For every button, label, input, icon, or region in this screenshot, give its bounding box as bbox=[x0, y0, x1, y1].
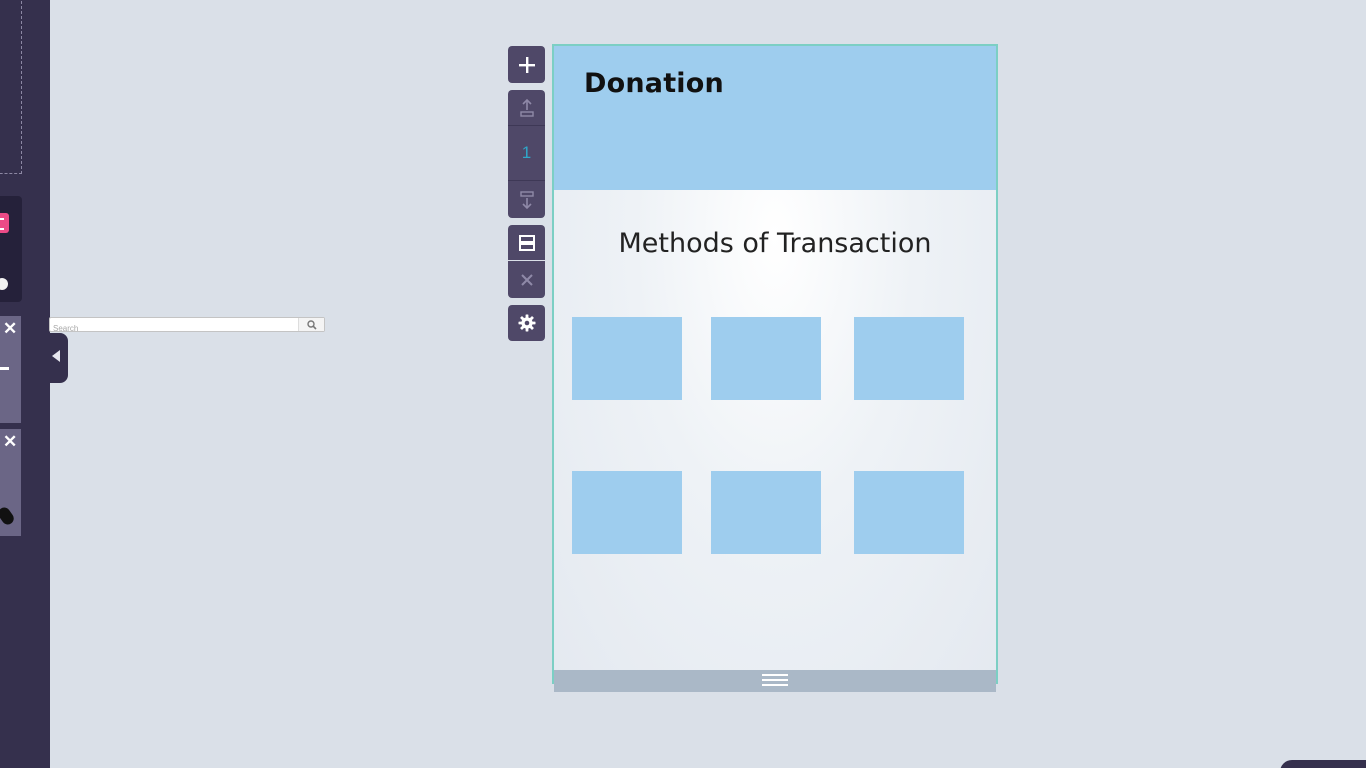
search-input[interactable] bbox=[50, 322, 295, 335]
layout-icon bbox=[518, 234, 535, 251]
list-icon[interactable] bbox=[0, 213, 9, 233]
method-tile[interactable] bbox=[854, 471, 964, 554]
settings-button[interactable] bbox=[508, 305, 545, 341]
method-tile[interactable] bbox=[854, 317, 964, 400]
move-page-up-button[interactable] bbox=[508, 90, 545, 126]
sidebar-card[interactable]: ✕ bbox=[0, 429, 21, 536]
brush-icon bbox=[0, 505, 17, 527]
search-button[interactable] bbox=[298, 318, 324, 331]
page-resize-bar[interactable] bbox=[554, 670, 996, 692]
chevron-left-icon bbox=[52, 350, 60, 362]
method-tile[interactable] bbox=[572, 317, 682, 400]
search-field[interactable] bbox=[49, 317, 325, 335]
add-page-button[interactable] bbox=[508, 46, 545, 83]
method-tile[interactable] bbox=[711, 471, 821, 554]
page-header[interactable]: Donation bbox=[554, 46, 996, 190]
sidebar-card[interactable]: ✕ bbox=[0, 316, 21, 423]
move-up-icon bbox=[519, 98, 534, 117]
page-number: 1 bbox=[521, 143, 532, 162]
search-icon bbox=[307, 320, 317, 330]
gear-icon bbox=[518, 314, 535, 332]
minus-icon bbox=[0, 367, 9, 370]
collapse-sidebar-button[interactable] bbox=[48, 333, 68, 383]
close-icon[interactable]: ✕ bbox=[3, 433, 17, 450]
plus-icon bbox=[518, 56, 535, 73]
corner-panel-tab[interactable] bbox=[1280, 760, 1366, 768]
page-canvas[interactable]: Donation Methods of Transaction bbox=[552, 44, 998, 684]
close-icon bbox=[520, 273, 533, 286]
close-icon[interactable]: ✕ bbox=[3, 320, 17, 337]
method-tile[interactable] bbox=[711, 317, 821, 400]
left-sidebar: ✕ ✕ bbox=[0, 0, 50, 768]
move-down-icon bbox=[519, 190, 534, 209]
drag-handle-icon[interactable] bbox=[762, 674, 788, 688]
dashed-placeholder bbox=[0, 0, 22, 174]
page-number-indicator: 1 bbox=[508, 126, 545, 181]
section-heading[interactable]: Methods of Transaction bbox=[554, 228, 996, 259]
page-title[interactable]: Donation bbox=[584, 68, 724, 99]
page-order-group: 1 bbox=[508, 90, 545, 218]
method-tile[interactable] bbox=[572, 471, 682, 554]
layout-button[interactable] bbox=[508, 225, 545, 260]
move-page-down-button[interactable] bbox=[508, 181, 545, 218]
delete-page-button[interactable] bbox=[508, 261, 545, 298]
